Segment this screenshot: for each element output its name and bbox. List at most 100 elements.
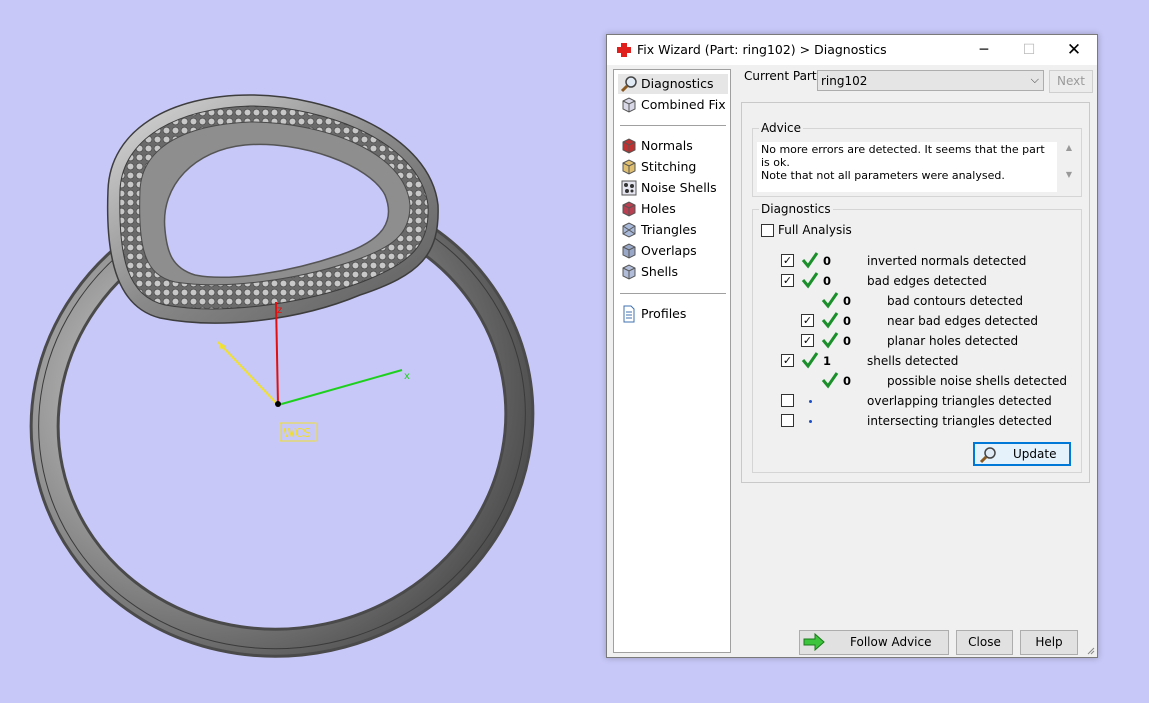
diagnostic-checkbox[interactable]: ✓ (801, 314, 814, 327)
nav-label: Stitching (641, 159, 697, 174)
triangles-cube-icon (622, 222, 636, 238)
advice-group: Advice No more errors are detected. It s… (752, 121, 1082, 197)
close-window-button[interactable]: ✕ (1051, 35, 1097, 65)
green-check-icon (801, 352, 819, 369)
resize-grip-icon[interactable] (1085, 645, 1095, 655)
status-dot (809, 400, 812, 403)
diagnostic-label: shells detected (867, 354, 959, 368)
z-axis-label: z (277, 305, 282, 316)
cube-icon (622, 97, 636, 113)
advice-textbox[interactable]: No more errors are detected. It seems th… (757, 142, 1057, 192)
wcs-label: WCS (283, 426, 311, 440)
diagnostic-count: 0 (843, 314, 852, 328)
holes-cube-icon (622, 201, 636, 217)
follow-advice-button[interactable]: Follow Advice (799, 630, 949, 655)
advice-title: Advice (759, 121, 804, 135)
nav-item-diagnostics[interactable]: Diagnostics (618, 74, 728, 94)
y-axis (217, 341, 279, 406)
advice-scrollbar[interactable]: ▲ ▼ (1063, 143, 1075, 191)
update-button[interactable]: Update (973, 442, 1071, 466)
magnifier-icon (620, 76, 637, 93)
diagnostic-checkbox[interactable]: ✓ (781, 354, 794, 367)
diagnostic-checkbox[interactable] (781, 394, 794, 407)
nav-label: Shells (641, 264, 679, 279)
diagnostic-count: 0 (823, 254, 832, 268)
full-analysis-checkbox[interactable] (761, 224, 774, 237)
diagnostic-count: 0 (823, 274, 832, 288)
nav-divider (620, 293, 726, 294)
minimize-button[interactable]: ─ (961, 35, 1007, 65)
full-analysis-label: Full Analysis (778, 223, 852, 237)
nav-label: Diagnostics (641, 76, 714, 91)
noise-shells-icon (621, 180, 637, 196)
nav-label: Normals (641, 138, 693, 153)
next-button[interactable]: Next (1049, 70, 1093, 93)
green-arrow-icon (803, 633, 825, 651)
diagnostic-checkbox[interactable]: ✓ (781, 274, 794, 287)
magnifier-icon (979, 447, 996, 464)
title-bar[interactable]: Fix Wizard (Part: ring102) > Diagnostics… (607, 35, 1097, 65)
nav-label: Noise Shells (641, 180, 717, 195)
advice-line-2: Note that not all parameters were analys… (761, 169, 1005, 182)
fix-wizard-dialog: Fix Wizard (Part: ring102) > Diagnostics… (606, 34, 1098, 658)
nav-divider (620, 125, 726, 126)
maximize-button[interactable]: ☐ (1006, 35, 1052, 65)
update-label: Update (1013, 447, 1057, 461)
help-button[interactable]: Help (1020, 630, 1078, 655)
nav-label: Holes (641, 201, 676, 216)
diagnostic-checkbox[interactable]: ✓ (801, 334, 814, 347)
close-button[interactable]: Close (956, 630, 1013, 655)
x-axis-label: x (404, 371, 410, 382)
red-cross-icon (617, 43, 631, 57)
follow-advice-label: Follow Advice (850, 635, 932, 649)
diagnostic-count: 0 (843, 374, 852, 388)
green-check-icon (801, 252, 819, 269)
chevron-down-icon: ⌵ (1030, 73, 1039, 86)
diagnostic-label: inverted normals detected (867, 254, 1027, 268)
diagnostic-label: intersecting triangles detected (867, 414, 1052, 428)
current-part-value: ring102 (821, 74, 868, 88)
nav-label: Profiles (641, 306, 687, 321)
green-check-icon (821, 372, 839, 389)
diagnostics-title: Diagnostics (759, 202, 833, 216)
document-icon (623, 305, 635, 323)
diagnostic-count: 1 (823, 354, 832, 368)
diagnostic-label: possible noise shells detected (887, 374, 1068, 388)
nav-item-stitching[interactable]: Stitching (618, 157, 728, 177)
diagnostic-label: planar holes detected (887, 334, 1019, 348)
nav-label: Overlaps (641, 243, 697, 258)
status-dot (809, 420, 812, 423)
nav-label: Triangles (641, 222, 697, 237)
current-part-label: Current Part: (744, 69, 821, 83)
diagnostic-label: bad contours detected (887, 294, 1023, 308)
diagnostic-checkbox[interactable] (781, 414, 794, 427)
nav-item-combined-fix[interactable]: Combined Fix (618, 95, 728, 115)
3d-viewport[interactable]: z x WCS (0, 0, 600, 703)
nav-item-profiles[interactable]: Profiles (618, 304, 728, 324)
green-check-icon (821, 292, 839, 309)
green-check-icon (821, 312, 839, 329)
diagnostic-checkbox[interactable]: ✓ (781, 254, 794, 267)
wizard-nav-panel: Diagnostics Combined Fix Normals Stitchi… (613, 69, 731, 653)
normals-cube-icon (622, 138, 636, 154)
nav-item-normals[interactable]: Normals (618, 136, 728, 156)
nav-item-shells[interactable]: Shells (618, 262, 728, 282)
current-part-select[interactable]: ring102 ⌵ (817, 70, 1044, 91)
overlaps-cube-icon (622, 243, 636, 259)
nav-item-triangles[interactable]: Triangles (618, 220, 728, 240)
diagnostic-count: 0 (843, 334, 852, 348)
shells-cube-icon (622, 264, 636, 280)
advice-line-1: No more errors are detected. It seems th… (761, 143, 1045, 169)
green-check-icon (821, 332, 839, 349)
x-axis (277, 369, 403, 406)
nav-item-overlaps[interactable]: Overlaps (618, 241, 728, 261)
nav-item-noise-shells[interactable]: Noise Shells (618, 178, 728, 198)
diagnostic-count: 0 (843, 294, 852, 308)
diagnostic-label: overlapping triangles detected (867, 394, 1052, 408)
diagnostics-group: Diagnostics Full Analysis ✓ 0 inverted nor… (752, 202, 1082, 473)
ring-model-render: z x WCS (29, 94, 535, 658)
nav-label: Combined Fix (641, 97, 726, 112)
nav-item-holes[interactable]: Holes (618, 199, 728, 219)
diagnostics-pane: Advice No more errors are detected. It s… (741, 102, 1090, 483)
dialog-title: Fix Wizard (Part: ring102) > Diagnostics (637, 42, 887, 57)
